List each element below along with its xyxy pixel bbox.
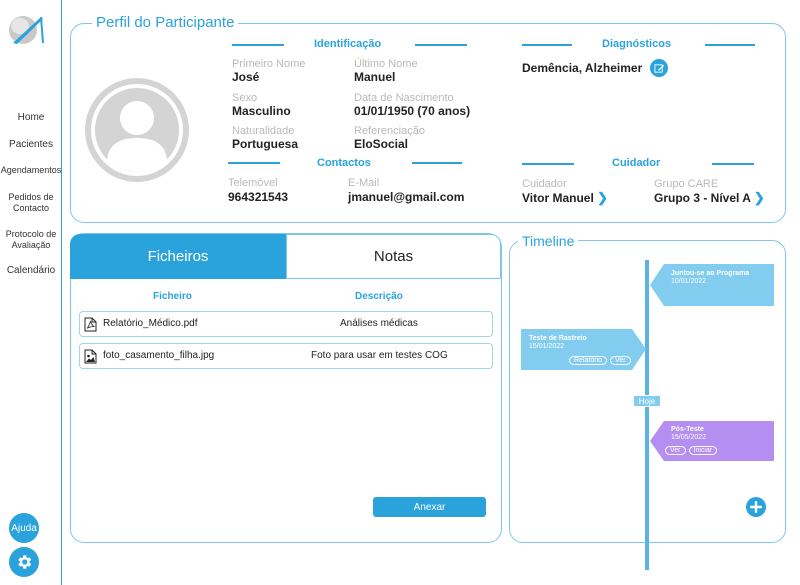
timeline-event[interactable]: Pós-Teste 15/05/2022 Ver Iniciar bbox=[665, 426, 720, 455]
start-button[interactable]: Iniciar bbox=[688, 446, 718, 455]
sex-label: Sexo bbox=[232, 92, 258, 104]
caregiver-value[interactable]: Vitor Manuel ❯ bbox=[522, 190, 608, 206]
referral-label: Referenciação bbox=[354, 125, 425, 137]
divider bbox=[705, 44, 755, 46]
timeline-event[interactable]: Teste de Rastreio 15/01/2022 Relatório Ve… bbox=[529, 335, 634, 365]
gear-icon bbox=[18, 555, 32, 569]
nav-home[interactable]: Home bbox=[0, 112, 62, 123]
divider bbox=[415, 44, 467, 46]
view-button[interactable]: Ver bbox=[665, 446, 686, 455]
divider bbox=[522, 163, 574, 165]
report-button[interactable]: Relatório bbox=[569, 356, 608, 365]
view-button[interactable]: Ver bbox=[610, 356, 631, 365]
first-name-label: Primeiro Nome bbox=[232, 58, 306, 70]
user-avatar-icon bbox=[85, 78, 189, 182]
nav-pedidos-contacto[interactable]: Pedidos de Contacto bbox=[0, 192, 62, 214]
referral-value: EloSocial bbox=[354, 137, 409, 151]
divider bbox=[712, 163, 754, 165]
add-event-button[interactable] bbox=[746, 497, 766, 517]
sex-value: Masculino bbox=[232, 104, 291, 118]
nav-calendario[interactable]: Calendário bbox=[0, 265, 62, 276]
edit-diagnostics-button[interactable] bbox=[650, 59, 668, 77]
edit-icon bbox=[653, 63, 664, 73]
birth-date-value: 01/01/1950 (70 anos) bbox=[354, 104, 471, 118]
column-header-description: Descrição bbox=[355, 291, 403, 302]
timeline-event-title: Juntou-se ao Programa bbox=[671, 270, 750, 277]
caregiver-name[interactable]: Vitor Manuel bbox=[522, 191, 594, 205]
tab-ficheiros[interactable]: Ficheiros bbox=[70, 234, 286, 279]
section-title-caregiver: Cuidador bbox=[612, 157, 661, 169]
timeline-event-date: 10/01/2022 bbox=[671, 278, 707, 285]
attach-button[interactable]: Anexar bbox=[373, 497, 486, 517]
sidebar: Home Pacientes Agendamentos Pedidos de C… bbox=[0, 0, 62, 585]
chevron-right-icon[interactable]: ❯ bbox=[754, 190, 765, 205]
timeline-event-title: Teste de Rastreio bbox=[529, 335, 587, 342]
caregiver-label: Cuidador bbox=[522, 178, 567, 190]
help-button[interactable]: Ajuda bbox=[9, 513, 39, 543]
divider bbox=[412, 162, 462, 164]
last-name-label: Último Nome bbox=[354, 58, 418, 70]
nav-protocolo-avaliacao[interactable]: Protocolo de Avaliação bbox=[0, 229, 62, 251]
origin-label: Naturalidade bbox=[232, 125, 295, 137]
email-label: E-Mail bbox=[348, 177, 380, 189]
timeline-event-date: 15/05/2022 bbox=[671, 434, 707, 441]
tab-notas[interactable]: Notas bbox=[286, 234, 501, 279]
today-marker: Hoje bbox=[633, 395, 661, 407]
file-name[interactable]: foto_casamento_filha.jpg bbox=[103, 350, 214, 361]
phone-value: 964321543 bbox=[228, 190, 289, 204]
origin-value: Portuguesa bbox=[232, 137, 299, 151]
birth-date-label: Data de Nascimento bbox=[354, 92, 454, 104]
pdf-file-icon bbox=[84, 317, 97, 332]
last-name-value: Manuel bbox=[354, 70, 396, 84]
care-group-name[interactable]: Grupo 3 - Nível A bbox=[654, 191, 750, 205]
care-logo-icon[interactable] bbox=[7, 13, 47, 45]
timeline-event[interactable]: Juntou-se ao Programa 10/01/2022 bbox=[671, 270, 749, 285]
settings-button[interactable] bbox=[9, 547, 39, 577]
file-name[interactable]: Relatório_Médico.pdf bbox=[103, 318, 198, 329]
column-header-file: Ficheiro bbox=[153, 291, 192, 302]
section-title-diagnostics: Diagnósticos bbox=[602, 38, 672, 50]
divider bbox=[228, 162, 280, 164]
nav-pacientes[interactable]: Pacientes bbox=[0, 139, 62, 150]
timeline-axis bbox=[645, 260, 649, 570]
timeline-event-date: 15/01/2022 bbox=[529, 343, 565, 350]
divider bbox=[522, 44, 572, 46]
care-group-label: Grupo CARE bbox=[654, 178, 719, 190]
profile-title: Perfil do Participante bbox=[92, 14, 239, 31]
first-name-value: José bbox=[232, 70, 260, 84]
plus-icon bbox=[750, 501, 762, 513]
file-row[interactable]: Relatório_Médico.pdf Análises médicas bbox=[79, 311, 493, 337]
section-title-identification: Identificação bbox=[314, 38, 382, 50]
image-file-icon bbox=[84, 349, 97, 364]
phone-label: Telemóvel bbox=[228, 177, 278, 189]
section-title-contacts: Contactos bbox=[317, 157, 371, 169]
file-description: Análises médicas bbox=[340, 318, 418, 329]
diagnostics-value: Demência, Alzheimer bbox=[522, 61, 643, 75]
care-group-value[interactable]: Grupo 3 - Nível A ❯ bbox=[654, 190, 765, 206]
chevron-right-icon[interactable]: ❯ bbox=[597, 190, 608, 205]
divider bbox=[232, 44, 284, 46]
timeline-title: Timeline bbox=[518, 233, 579, 249]
file-row[interactable]: foto_casamento_filha.jpg Foto para usar … bbox=[79, 343, 493, 369]
nav-agendamentos[interactable]: Agendamentos bbox=[0, 165, 62, 176]
email-value: jmanuel@gmail.com bbox=[348, 190, 465, 204]
file-description: Foto para usar em testes COG bbox=[311, 350, 448, 361]
timeline-event-title: Pós-Teste bbox=[671, 426, 704, 433]
